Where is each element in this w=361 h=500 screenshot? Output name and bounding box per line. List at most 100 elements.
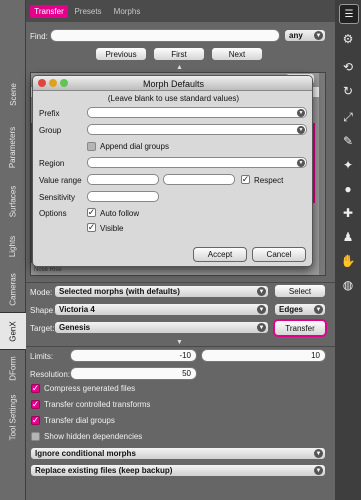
auto-follow-checkbox[interactable]: ✓ <box>87 208 96 217</box>
scale-icon[interactable]: ⤢ <box>339 108 357 126</box>
transfer-button[interactable]: Transfer <box>274 320 326 336</box>
replace-files-value: Replace existing files (keep backup) <box>35 466 173 475</box>
tab-label: Surfaces <box>8 185 18 217</box>
visible-checkbox[interactable]: ✓ <box>87 223 96 232</box>
append-dial-groups-checkbox[interactable] <box>87 142 96 151</box>
region-label: Region <box>39 159 65 168</box>
tab-label: Cameras <box>8 272 18 306</box>
tab-label: Lights <box>8 235 18 257</box>
find-scope-value: any <box>289 31 303 40</box>
tab-transfer[interactable]: Transfer <box>30 5 68 18</box>
find-input[interactable] <box>50 29 280 42</box>
chevron-down-icon: ▼ <box>314 466 323 475</box>
compress-files-checkbox[interactable]: ✓ <box>31 384 40 393</box>
auto-follow-label: Auto follow <box>100 209 140 218</box>
collapse-up-icon[interactable]: ▲ <box>176 64 183 71</box>
previous-button[interactable]: Previous <box>95 47 147 61</box>
chevron-down-icon: ▼ <box>314 31 323 40</box>
chevron-down-icon: ▼ <box>297 159 305 167</box>
mode-select[interactable]: Selected morphs (with defaults) ▼ <box>54 285 269 298</box>
tab-scene[interactable]: Scene <box>0 70 26 118</box>
list-item-nose-rise[interactable]: Nose Rise <box>34 267 62 273</box>
tab-surfaces[interactable]: Surfaces <box>0 176 26 226</box>
respect-label: Respect <box>254 176 284 185</box>
joint-icon[interactable]: ✦ <box>339 156 357 174</box>
next-button[interactable]: Next <box>211 47 263 61</box>
select-button[interactable]: Select <box>274 284 326 298</box>
chevron-down-icon: ▼ <box>257 323 266 332</box>
show-hidden-dependencies-checkbox[interactable] <box>31 432 40 441</box>
shape-value: Victoria 4 <box>59 305 95 314</box>
respect-checkbox[interactable]: ✓ <box>241 175 250 184</box>
mode-label: Mode: <box>30 288 53 297</box>
chevron-down-icon: ▼ <box>257 305 266 314</box>
tab-lights[interactable]: Lights <box>0 226 26 266</box>
side-tab-strip: Scene Parameters Surfaces Lights Cameras… <box>0 0 27 500</box>
pose-icon[interactable]: ✚ <box>339 204 357 222</box>
list-scrollbar[interactable] <box>319 73 325 275</box>
tab-dform[interactable]: DForm <box>0 348 26 388</box>
mode-value: Selected morphs (with defaults) <box>59 287 180 296</box>
append-dial-groups-label: Append dial groups <box>100 142 169 151</box>
group-label: Group <box>39 126 62 135</box>
panel-menu-icon[interactable]: ☰ <box>339 4 359 24</box>
tab-presets[interactable]: Presets <box>72 5 104 18</box>
transfer-dial-groups-label: Transfer dial groups <box>44 416 115 425</box>
sensitivity-input[interactable] <box>87 191 159 202</box>
value-range-label: Value range <box>39 176 82 185</box>
brush-icon[interactable]: ✎ <box>339 132 357 150</box>
resolution-input[interactable]: 50 <box>70 367 197 380</box>
conditional-morphs-select[interactable]: Ignore conditional morphs ▼ <box>30 447 326 460</box>
chevron-down-icon: ▼ <box>257 287 266 296</box>
value-range-max-input[interactable] <box>163 174 235 185</box>
compress-files-label: Compress generated files <box>44 384 136 393</box>
globe-icon[interactable]: ◍ <box>339 276 357 294</box>
target-select[interactable]: Genesis ▼ <box>54 321 269 334</box>
accept-button[interactable]: Accept <box>193 247 247 262</box>
cancel-button[interactable]: Cancel <box>252 247 306 262</box>
limits-label: Limits: <box>30 352 54 361</box>
chevron-down-icon: ▼ <box>297 126 305 134</box>
region-input[interactable]: ▼ <box>87 157 307 168</box>
chevron-down-icon: ▼ <box>314 305 323 314</box>
show-hidden-dependencies-label: Show hidden dependencies <box>44 432 143 441</box>
top-tab-bar: Transfer Presets Morphs <box>26 0 335 22</box>
rotate-icon[interactable]: ↻ <box>339 82 357 100</box>
edges-value: Edges <box>279 305 304 314</box>
find-label: Find: <box>30 32 48 41</box>
group-input[interactable]: ▼ <box>87 124 307 135</box>
prefix-label: Prefix <box>39 109 60 118</box>
divider <box>26 282 335 283</box>
node-icon[interactable]: ● <box>339 180 357 198</box>
gear-icon[interactable]: ⚙ <box>339 30 357 48</box>
tab-tool-settings[interactable]: Tool Settings <box>0 388 26 446</box>
sensitivity-label: Sensitivity <box>39 193 76 202</box>
first-button[interactable]: First <box>153 47 205 61</box>
limits-min-input[interactable]: -10 <box>70 349 197 362</box>
chevron-down-icon: ▼ <box>314 449 323 458</box>
transfer-controlled-transforms-checkbox[interactable]: ✓ <box>31 400 40 409</box>
chevron-down-icon: ▼ <box>297 109 305 117</box>
limits-max-input[interactable]: 10 <box>201 349 326 362</box>
shape-select[interactable]: Victoria 4 ▼ <box>54 303 269 316</box>
tab-cameras[interactable]: Cameras <box>0 266 26 312</box>
collapse-down-icon[interactable]: ▼ <box>176 339 183 346</box>
tab-label: DForm <box>8 355 18 381</box>
value-range-min-input[interactable] <box>87 174 159 185</box>
tab-morphs[interactable]: Morphs <box>110 5 144 18</box>
dialog-title: Morph Defaults <box>142 79 205 89</box>
edges-select[interactable]: Edges ▼ <box>274 303 326 316</box>
hand-icon[interactable]: ✋ <box>339 252 357 270</box>
tab-genx[interactable]: GenX <box>0 312 27 350</box>
figure-icon[interactable]: ♟ <box>339 228 357 246</box>
replace-files-select[interactable]: Replace existing files (keep backup) ▼ <box>30 464 326 477</box>
target-label: Target: <box>30 324 55 333</box>
visible-label: Visible <box>100 224 124 233</box>
right-toolbar: ☰ ⚙ ⟲ ↻ ⤢ ✎ ✦ ● ✚ ♟ ✋ ◍ <box>335 0 361 500</box>
transfer-dial-groups-checkbox[interactable]: ✓ <box>31 416 40 425</box>
find-scope-select[interactable]: any ▼ <box>284 29 326 42</box>
tab-label: Parameters <box>8 126 18 168</box>
transform-icon[interactable]: ⟲ <box>339 58 357 76</box>
prefix-input[interactable]: ▼ <box>87 107 307 118</box>
tab-parameters[interactable]: Parameters <box>0 118 26 176</box>
